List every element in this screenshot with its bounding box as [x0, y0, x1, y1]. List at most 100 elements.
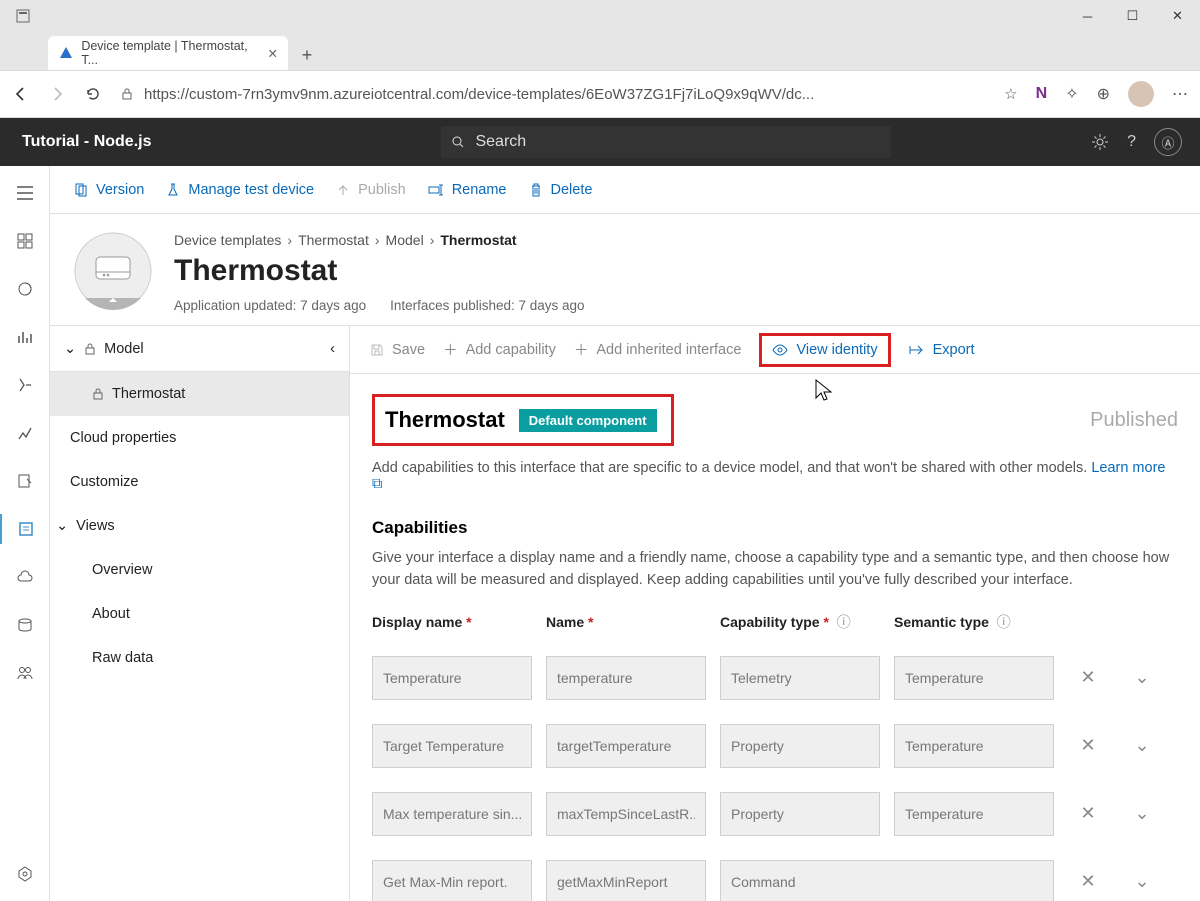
collections-icon[interactable]: ⊕	[1097, 84, 1110, 104]
name-input[interactable]	[546, 724, 706, 768]
tree-item-thermostat[interactable]: Thermostat	[50, 372, 349, 416]
capability-type-input[interactable]	[720, 656, 880, 700]
address-bar[interactable]: https://custom-7rn3ymv9nm.azureiotcentra…	[114, 85, 1024, 103]
breadcrumb: Device templates › Thermostat › Model › …	[174, 232, 1176, 248]
expand-row-icon[interactable]: ⌄	[1122, 803, 1162, 824]
expand-row-icon[interactable]: ⌄	[1122, 667, 1162, 688]
tree-item-raw-data[interactable]: Raw data	[50, 636, 349, 680]
user-badge[interactable]: Ⓐ	[1154, 128, 1182, 156]
minimize-button[interactable]: ─	[1065, 1, 1110, 31]
rail-cloud[interactable]	[0, 562, 50, 592]
app-menu-icon[interactable]	[8, 9, 38, 23]
name-input[interactable]	[546, 656, 706, 700]
more-icon[interactable]: ⋯	[1172, 84, 1188, 104]
capabilities-heading: Capabilities	[372, 518, 1178, 538]
semantic-type-input[interactable]	[894, 656, 1054, 700]
display-name-input[interactable]	[372, 724, 532, 768]
rename-label: Rename	[452, 182, 507, 198]
delete-row-icon[interactable]: ✕	[1068, 735, 1108, 756]
browser-tab[interactable]: Device template | Thermostat, T... ✕	[48, 36, 288, 70]
maximize-button[interactable]: ☐	[1110, 1, 1155, 31]
display-name-input[interactable]	[372, 656, 532, 700]
col-display-name: Display name *	[372, 614, 532, 630]
semantic-type-input[interactable]	[894, 792, 1054, 836]
delete-row-icon[interactable]: ✕	[1068, 803, 1108, 824]
semantic-type-input[interactable]	[894, 724, 1054, 768]
view-identity-button[interactable]: View identity	[759, 333, 890, 367]
expand-row-icon[interactable]: ⌄	[1122, 871, 1162, 892]
back-button[interactable]	[12, 85, 30, 103]
favorites-icon[interactable]: ✧	[1065, 84, 1078, 104]
rail-devices[interactable]	[0, 274, 50, 304]
tree-root-label: Model	[104, 341, 144, 357]
collapse-icon[interactable]: ‹	[330, 341, 335, 357]
forward-button[interactable]	[48, 85, 66, 103]
rail-jobs[interactable]	[0, 370, 50, 400]
delete-row-icon[interactable]: ✕	[1068, 871, 1108, 892]
rail-menu[interactable]	[0, 178, 50, 208]
app-title: Tutorial - Node.js	[22, 133, 151, 151]
settings-icon[interactable]	[1091, 133, 1109, 151]
search-input[interactable]: Search	[441, 126, 891, 158]
export-button[interactable]: Export	[909, 342, 975, 358]
tree-item-overview[interactable]: Overview	[50, 548, 349, 592]
chevron-down-icon: ⌄	[56, 518, 68, 534]
tree-root[interactable]: ⌄ Model ‹	[50, 326, 349, 372]
lock-icon	[120, 87, 134, 101]
rename-button[interactable]: Rename	[428, 182, 507, 198]
star-icon[interactable]: ☆	[1004, 85, 1017, 103]
capability-type-input[interactable]	[720, 792, 880, 836]
tree-item-label: Raw data	[92, 650, 153, 666]
capability-type-input[interactable]	[720, 724, 880, 768]
rail-dashboard[interactable]	[0, 226, 50, 256]
capability-row: ✕⌄	[372, 792, 1178, 836]
rename-icon	[428, 183, 444, 197]
rail-analytics[interactable]	[0, 322, 50, 352]
rail-rules[interactable]	[0, 418, 50, 448]
rail-device-templates[interactable]	[0, 514, 50, 544]
publish-icon	[336, 183, 350, 197]
learn-more-label: Learn more	[1091, 460, 1165, 476]
help-icon[interactable]: ?	[1127, 133, 1136, 151]
refresh-button[interactable]	[84, 85, 102, 103]
delete-button[interactable]: Delete	[529, 182, 593, 198]
capability-type-input[interactable]	[720, 860, 1054, 901]
profile-avatar[interactable]	[1128, 81, 1154, 107]
save-icon	[370, 343, 384, 357]
tree-item-label: Thermostat	[112, 386, 185, 402]
close-tab-icon[interactable]: ✕	[268, 46, 278, 61]
tree-item-label: Overview	[92, 562, 152, 578]
add-inherited-label: Add inherited interface	[596, 342, 741, 358]
version-button[interactable]: Version	[74, 182, 144, 198]
name-input[interactable]	[546, 792, 706, 836]
breadcrumb-link[interactable]: Thermostat	[298, 232, 369, 248]
tree-item-about[interactable]: About	[50, 592, 349, 636]
default-component-badge: Default component	[519, 409, 657, 432]
save-button: Save	[370, 342, 425, 358]
breadcrumb-link[interactable]: Model	[386, 232, 424, 248]
name-input[interactable]	[546, 860, 706, 901]
expand-row-icon[interactable]: ⌄	[1122, 735, 1162, 756]
delete-row-icon[interactable]: ✕	[1068, 667, 1108, 688]
display-name-input[interactable]	[372, 792, 532, 836]
breadcrumb-link[interactable]: Device templates	[174, 232, 281, 248]
new-tab-button[interactable]: +	[292, 40, 322, 70]
close-window-button[interactable]: ✕	[1155, 1, 1200, 31]
tree-item-label: About	[92, 606, 130, 622]
rail-admin[interactable]	[0, 658, 50, 688]
manage-label: Manage test device	[188, 182, 314, 198]
rail-settings[interactable]	[0, 859, 50, 889]
rail-data-export[interactable]	[0, 466, 50, 496]
component-description: Add capabilities to this interface that …	[372, 460, 1178, 492]
publish-label: Publish	[358, 182, 406, 198]
tree-item-cloud-properties[interactable]: Cloud properties	[50, 416, 349, 460]
tree-item-views[interactable]: ⌄ Views	[50, 504, 349, 548]
info-icon: ⓘ	[997, 614, 1011, 630]
rail-storage[interactable]	[0, 610, 50, 640]
display-name-input[interactable]	[372, 860, 532, 901]
onenote-icon[interactable]: N	[1036, 85, 1048, 103]
view-identity-label: View identity	[796, 342, 877, 358]
manage-test-device-button[interactable]: Manage test device	[166, 182, 314, 198]
tree-item-customize[interactable]: Customize	[50, 460, 349, 504]
version-label: Version	[96, 182, 144, 198]
